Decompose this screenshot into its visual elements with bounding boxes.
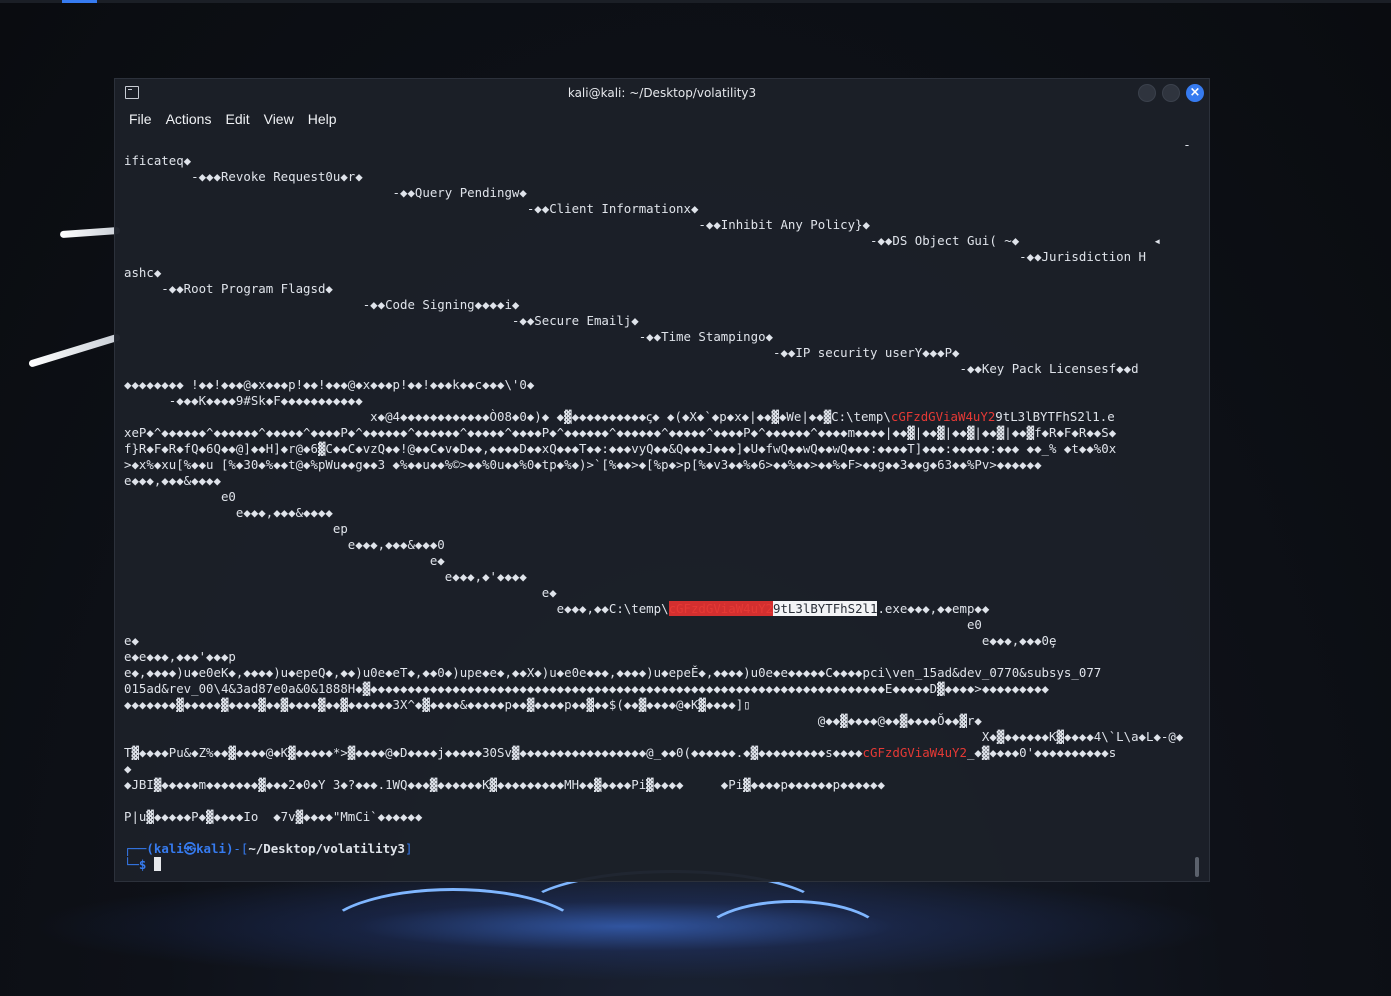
terminal-window: kali@kali: ~/Desktop/volatility3 × File A… bbox=[114, 78, 1210, 882]
output-line: X◆▓◆◆◆◆◆◆K▓◆◆◆◆4\`L\a◆L◆-@◆ bbox=[124, 729, 1184, 744]
output-line: e◆ bbox=[124, 585, 557, 600]
output-line: -◆◆DS Object Gui( ~◆ ◂ bbox=[124, 233, 1161, 248]
panel-active-indicator[interactable] bbox=[62, 0, 97, 3]
selected-match: cGFzdGViaW4uY2 bbox=[668, 601, 774, 616]
output-line: -◆◆Root Program Flagsd◆ bbox=[124, 281, 333, 296]
wallpaper-waves bbox=[0, 870, 1391, 996]
output-line: e◆,◆◆◆◆)u◆e0eK◆,◆◆◆◆)u◆epeQ◆,◆◆)u0e◆eT◆,… bbox=[124, 665, 1102, 680]
dragon-logo-stroke bbox=[59, 226, 121, 239]
menu-edit[interactable]: Edit bbox=[218, 109, 256, 129]
output-line: -◆◆Get Cert bbox=[124, 137, 1190, 152]
output-line: e◆◆◆,◆◆◆&◆◆◆◆ bbox=[124, 505, 333, 520]
menu-help[interactable]: Help bbox=[301, 109, 344, 129]
window-title: kali@kali: ~/Desktop/volatility3 bbox=[567, 86, 757, 100]
output-line: x◆@4◆◆◆◆◆◆◆◆◆◆◆◆Ò08◆0◆)◆ ◆▓◆◆◆◆◆◆◆◆◆◆ꞔ◆ … bbox=[124, 409, 1115, 424]
top-panel bbox=[0, 0, 1391, 3]
output-line: e◆◆◆,◆'◆◆◆◆ bbox=[124, 569, 527, 584]
terminal-output[interactable]: -◆◆Get Cert ificateq◆ -◆◆◆Revoke Request0… bbox=[124, 137, 1190, 857]
text-cursor bbox=[153, 857, 161, 871]
output-line: ◆◆◆◆◆◆◆▓◆◆◆◆◆▓◆◆◆◆▓◆◆▓◆◆◆◆▓◆◆▓◆◆◆◆◆◆3X^◆… bbox=[124, 697, 751, 712]
output-line: e0 bbox=[124, 617, 982, 632]
output-line: f}R◆F◆R◆fQ◆6Q◆◆@]◆◆H]◆r@◆6▓C◆◆C◆vzQ◆◆!@◆… bbox=[124, 441, 1117, 456]
prompt-path: ~/Desktop/volatility3 bbox=[248, 841, 405, 856]
highlighted-match: cGFzdGViaW4uY2 bbox=[890, 409, 996, 424]
output-line: P|u▓◆◆◆◆◆P◆▓◆◆◆◆Io ◆7v▓◆◆◆◆"MmCi`◆◆◆◆◆◆ bbox=[124, 809, 423, 824]
output-line: e0 bbox=[124, 489, 236, 504]
output-line: e◆ bbox=[124, 553, 445, 568]
dragon-logo-stroke bbox=[28, 333, 121, 368]
selected-text: 9tL3lBYTFhS2l1 bbox=[773, 601, 878, 616]
close-button[interactable]: × bbox=[1186, 84, 1204, 102]
output-line: e◆◆◆,◆◆C:\temp\cGFzdGViaW4uY29tL3lBYTFhS… bbox=[124, 601, 990, 616]
output-line: e◆ e◆◆◆,◆◆◆0ȩ bbox=[124, 633, 1057, 648]
prompt-symbol: $ bbox=[138, 857, 147, 872]
shell-prompt: ┌──(kali㉿kali)-[~/Desktop/volatility3] └… bbox=[124, 841, 413, 872]
output-line: T▓◆◆◆◆Pu&◆Z%◆◆▓◆◆◆◆@◆K▓◆◆◆◆◆*>▓◆◆◆◆@◆D◆◆… bbox=[124, 745, 1117, 760]
output-line: ep bbox=[124, 521, 348, 536]
title-bar[interactable]: kali@kali: ~/Desktop/volatility3 × bbox=[115, 79, 1209, 107]
output-line: -◆◆Time Stampingo◆ bbox=[124, 329, 774, 344]
output-line: @◆◆▓◆◆◆◆@◆◆▓◆◆◆◆Ŏ◆◆▓r◆ bbox=[124, 713, 982, 728]
output-line: ificateq◆ bbox=[124, 153, 192, 168]
output-line: -◆◆Secure Emailj◆ bbox=[124, 313, 639, 328]
output-line: -◆◆◆Revoke Request0u◆r◆ bbox=[124, 169, 363, 184]
output-line: -◆◆Code Signing◆◆◆◆i◆ bbox=[124, 297, 520, 312]
output-line: e◆◆◆,◆◆◆&◆◆◆0 bbox=[124, 537, 445, 552]
output-line: ashc◆ bbox=[124, 265, 162, 280]
output-line: -◆◆◆K◆◆◆◆9#Sk◆F◆◆◆◆◆◆◆◆◆◆◆ bbox=[124, 393, 363, 408]
output-line: e◆e◆◆◆,◆◆◆'◆◆◆p bbox=[124, 649, 236, 664]
highlighted-match: cGFzdGViaW4uY2 bbox=[862, 745, 967, 760]
scrollbar[interactable] bbox=[1195, 857, 1199, 877]
output-line: ◆JBI▓◆◆◆◆◆m◆◆◆◆◆◆◆▓◆◆◆2◆0◆Y 3◆?◆◆◆.1WQ◆◆… bbox=[124, 777, 885, 792]
menu-view[interactable]: View bbox=[257, 109, 301, 129]
maximize-button[interactable] bbox=[1162, 84, 1180, 102]
output-line: -◆◆Key Pack Licensesf◆◆d bbox=[124, 361, 1139, 376]
output-line: >◆x%◆xu[%◆◆u [%◆30◆%◆◆t@◆%pWu◆◆g◆◆3 ◆%◆◆… bbox=[124, 457, 1042, 472]
output-line: SMmCaИI◆◆◆◆◆{u▓◆◆◆◆▓P◆▓◆◆◆◆◆◆!◆ bbox=[124, 793, 1190, 809]
menu-file[interactable]: File bbox=[122, 109, 159, 129]
output-line: -◆◆Jurisdiction H bbox=[124, 249, 1146, 264]
output-line: -◆◆IP security userY◆◆◆P◆ bbox=[124, 345, 960, 360]
output-line: -◆◆Client Informationx◆ bbox=[124, 201, 699, 216]
minimize-button[interactable] bbox=[1138, 84, 1156, 102]
output-line: xeP◆^◆◆◆◆◆◆^◆◆◆◆◆◆^◆◆◆◆◆^◆◆◆◆P◆^◆◆◆◆◆◆^◆… bbox=[124, 425, 1117, 440]
output-line: ◆◆◆◆◆◆◆◆ !◆◆!◆◆◆@◆x◆◆◆p!◆◆!◆◆◆@◆x◆◆◆p!◆◆… bbox=[124, 377, 535, 392]
output-line: e◆◆◆,◆◆◆&◆◆◆◆ bbox=[124, 473, 221, 488]
output-line: -◆◆Query Pendingw◆ bbox=[124, 185, 527, 200]
menu-bar: File Actions Edit View Help bbox=[115, 109, 1209, 131]
prompt-host: kali bbox=[196, 841, 226, 856]
menu-actions[interactable]: Actions bbox=[159, 109, 219, 129]
output-line: ◆ bbox=[124, 761, 132, 776]
output-line: -◆◆Inhibit Any Policy}◆ bbox=[124, 217, 870, 232]
output-line: 015ad&rev_00\4&3ad87e0a&0&1888H◆▓◆◆◆◆◆◆◆… bbox=[124, 681, 1050, 696]
prompt-user: kali bbox=[153, 841, 184, 856]
